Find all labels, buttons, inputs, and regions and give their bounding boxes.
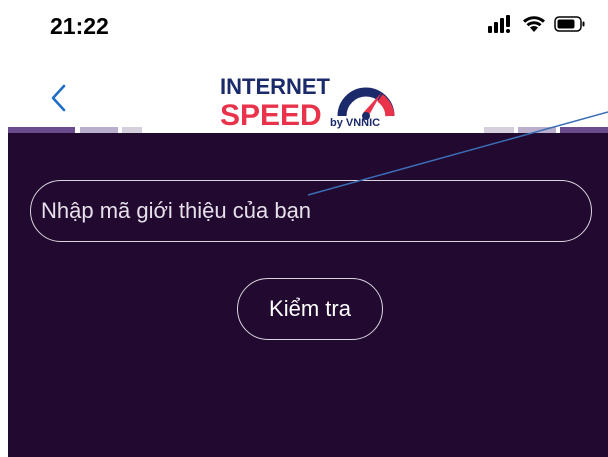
logo-line2: SPEED <box>220 99 322 130</box>
logo-line1: INTERNET <box>220 74 331 99</box>
logo-by: by VNNIC <box>330 117 380 129</box>
back-button[interactable] <box>44 80 74 116</box>
battery-icon <box>554 16 585 32</box>
speedometer-icon <box>337 87 395 120</box>
wifi-icon <box>523 16 545 32</box>
referral-code-input[interactable] <box>30 180 592 242</box>
status-icons <box>488 15 586 33</box>
status-bar: 21:22 <box>0 0 608 60</box>
nav-bar: INTERNET SPEED by VNNIC <box>0 60 608 132</box>
chevron-left-icon <box>51 84 66 112</box>
status-time: 21:22 <box>50 13 109 39</box>
check-button[interactable]: Kiểm tra <box>237 278 383 340</box>
internet-speed-logo: INTERNET SPEED by VNNIC <box>220 74 395 130</box>
signal-icon <box>488 15 510 33</box>
